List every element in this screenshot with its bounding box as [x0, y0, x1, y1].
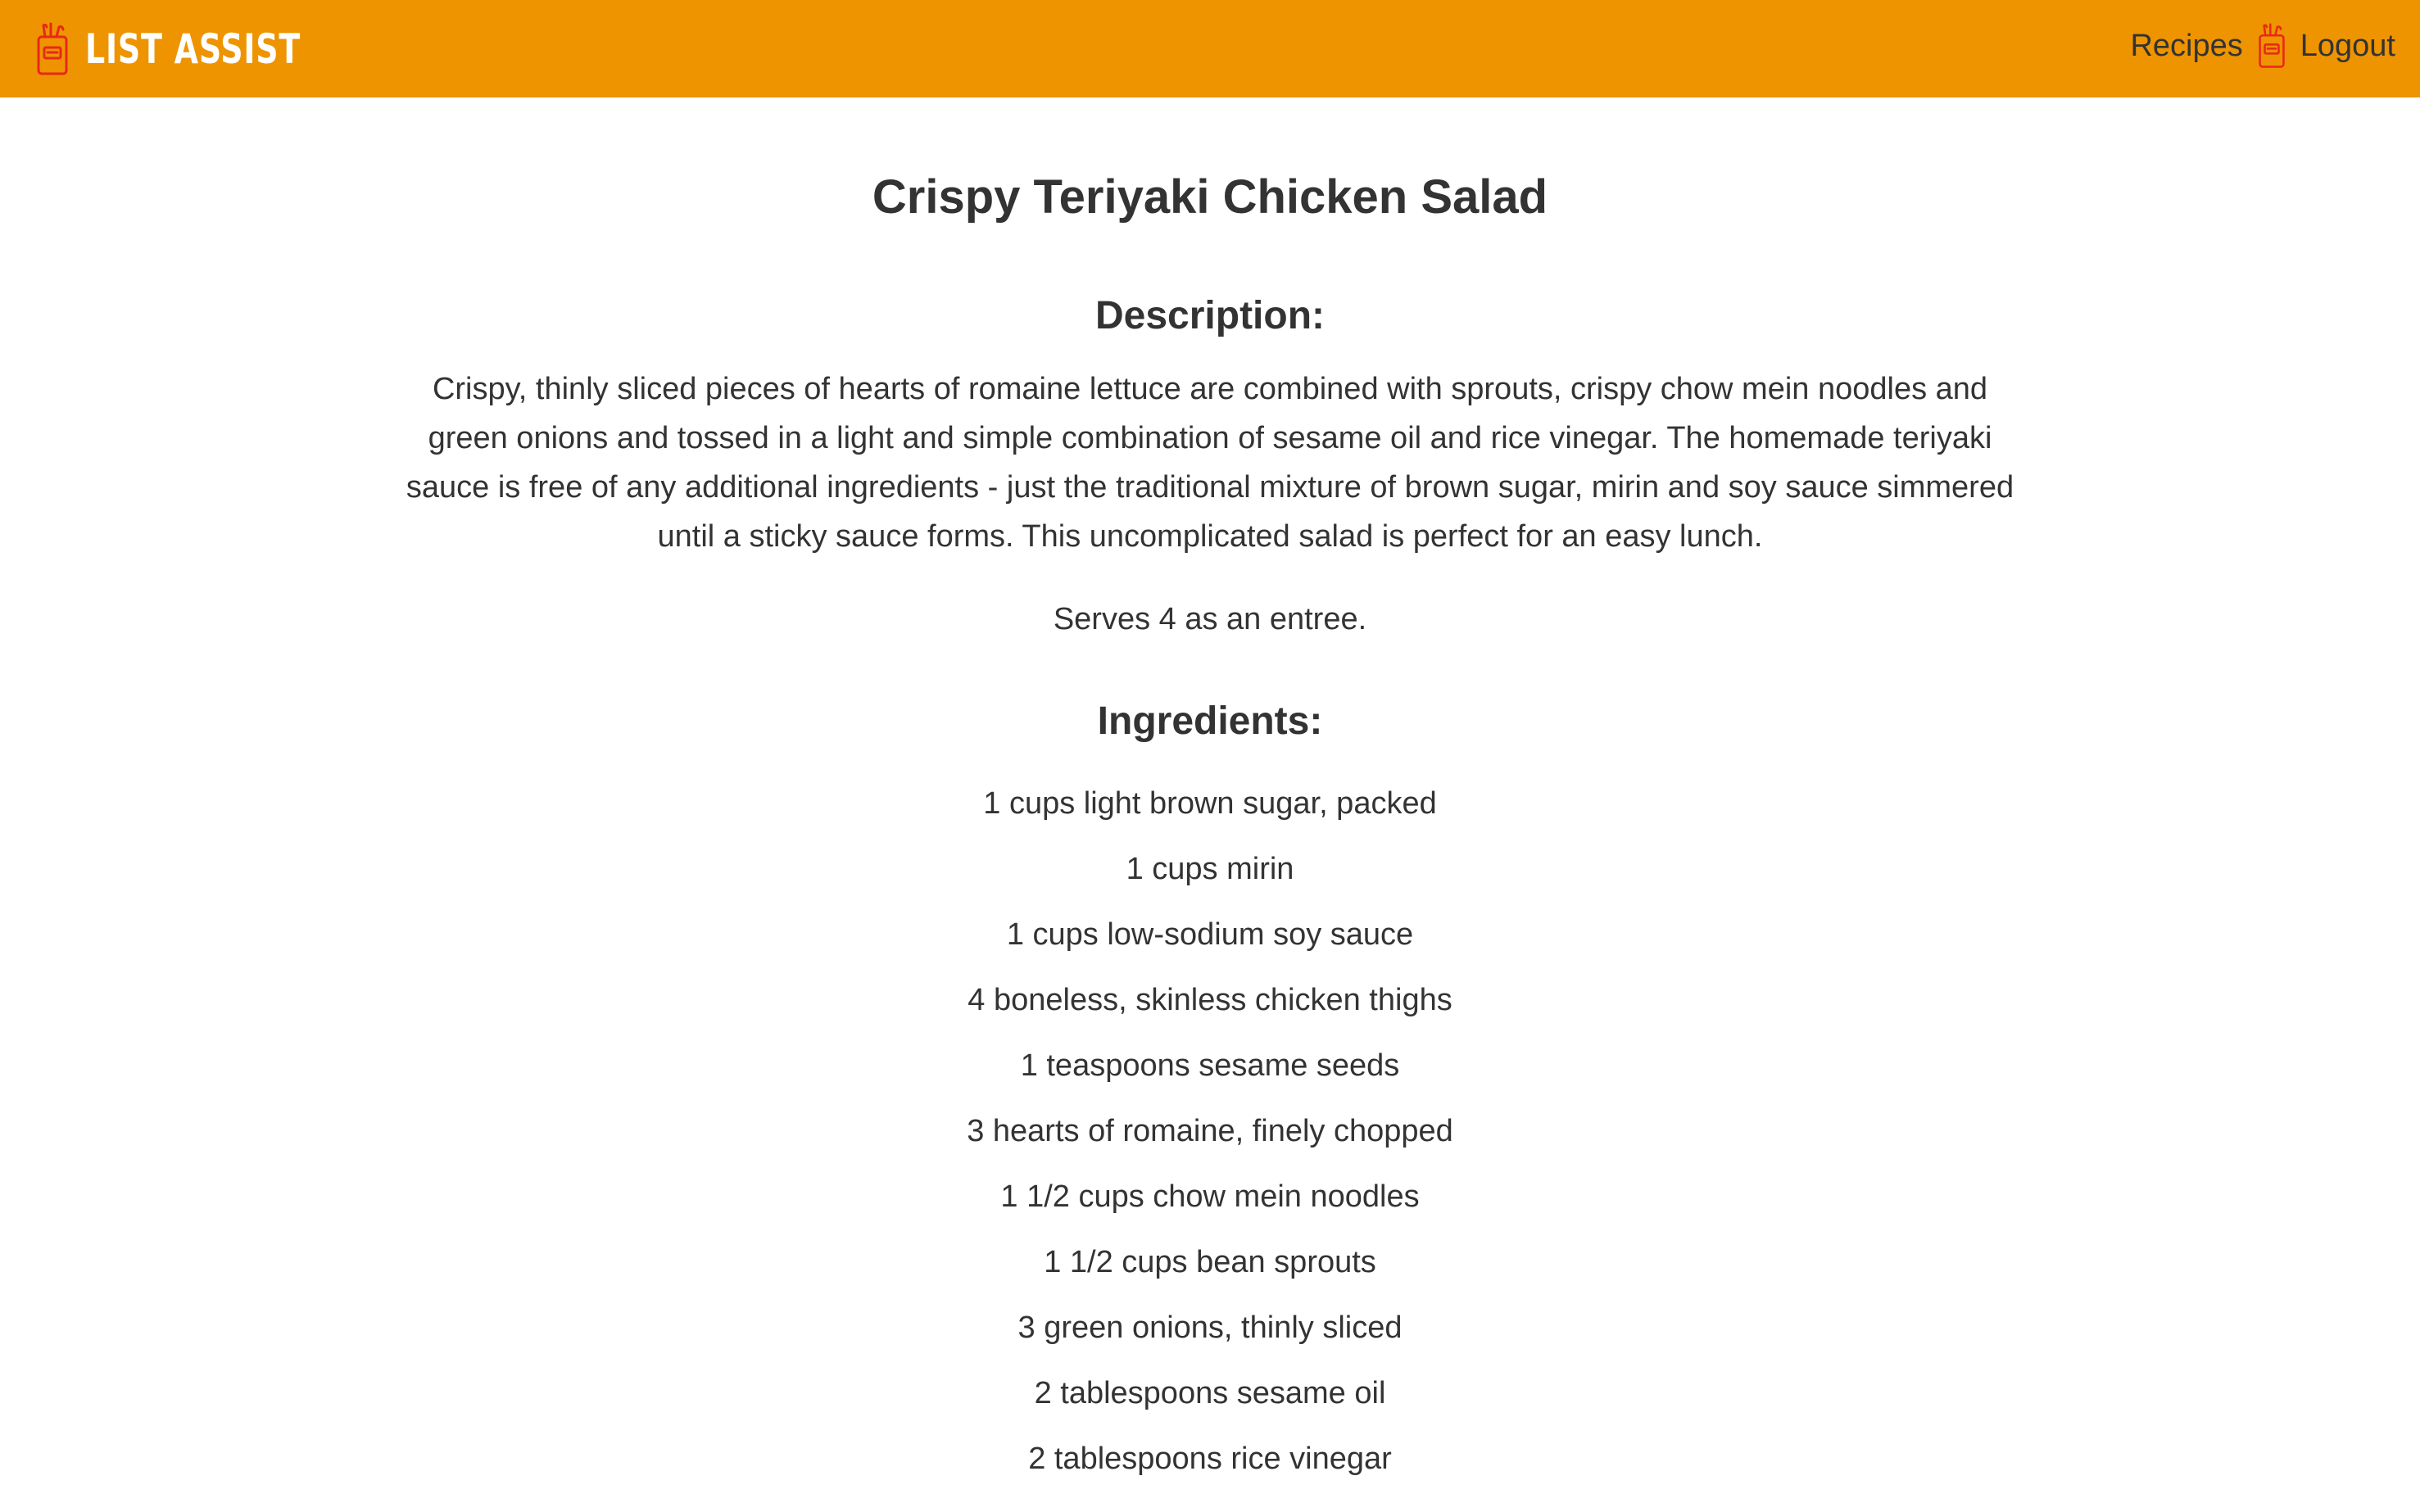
navbar: LIST ASSIST Recipes Logout	[0, 0, 2420, 97]
recipes-link[interactable]: Recipes	[2130, 16, 2242, 75]
brand-name: LIST ASSIST	[85, 25, 301, 73]
ingredients-heading: Ingredients:	[1097, 699, 1323, 743]
ingredient-item: 1 cups low-sodium soy sauce	[1006, 917, 1414, 952]
ingredient-item: 1 cups light brown sugar, packed	[983, 786, 1437, 821]
ingredient-item: 1 1/2 cups bean sprouts	[1044, 1245, 1376, 1279]
ingredient-item: 4 boneless, skinless chicken thighs	[968, 983, 1452, 1017]
ingredient-item: 2 tablespoons sesame oil	[1034, 1376, 1386, 1410]
ingredient-item: 3 green onions, thinly sliced	[1017, 1311, 1403, 1345]
recipe-title: Crispy Teriyaki Chicken Salad	[872, 170, 1548, 224]
nav-links: Recipes Logout	[2130, 16, 2395, 75]
brand-home-link[interactable]: LIST ASSIST	[36, 16, 369, 82]
ingredient-item: 1 cups mirin	[1126, 852, 1294, 886]
recipe-description: Crispy, thinly sliced pieces of hearts o…	[406, 372, 2014, 554]
ingredient-item: 1 teaspoons sesame seeds	[1020, 1048, 1400, 1083]
ingredients-list: 1 cups light brown sugar, packed 1 cups …	[0, 771, 2420, 1492]
ingredient-item: 3 hearts of romaine, finely chopped	[967, 1114, 1453, 1148]
shopping-bag-icon	[2259, 23, 2285, 68]
logout-link[interactable]: Logout	[2300, 16, 2395, 75]
servings-text: Serves 4 as an entree.	[1053, 602, 1367, 636]
ingredient-item: 2 tablespoons rice vinegar	[1028, 1442, 1392, 1476]
ingredient-item: 1 1/2 cups chow mein noodles	[1000, 1179, 1420, 1214]
shopping-bag-icon	[37, 22, 68, 75]
description-heading: Description:	[1094, 294, 1326, 337]
